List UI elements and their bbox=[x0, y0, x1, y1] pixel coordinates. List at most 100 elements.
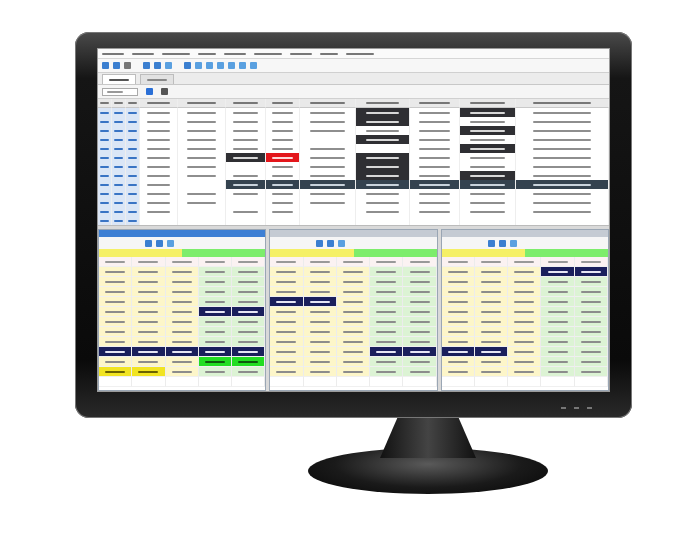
panel-cell[interactable] bbox=[99, 377, 132, 387]
table-cell[interactable] bbox=[460, 162, 516, 171]
panel-cell[interactable] bbox=[508, 337, 541, 347]
panel-cell[interactable] bbox=[99, 317, 132, 327]
table-cell[interactable] bbox=[178, 180, 226, 189]
menu-item[interactable] bbox=[132, 53, 154, 55]
column-header[interactable] bbox=[370, 257, 403, 267]
table-cell[interactable] bbox=[410, 162, 460, 171]
panel-cell[interactable] bbox=[575, 297, 608, 307]
panel-cell[interactable] bbox=[304, 297, 337, 307]
panel-cell[interactable] bbox=[199, 277, 232, 287]
panel-title-bar[interactable] bbox=[442, 230, 608, 237]
panel-cell[interactable] bbox=[337, 317, 370, 327]
table-cell[interactable] bbox=[266, 135, 300, 144]
table-cell[interactable] bbox=[140, 198, 178, 207]
panel-cell[interactable] bbox=[370, 377, 403, 387]
table-cell[interactable] bbox=[140, 216, 178, 225]
column-header[interactable] bbox=[226, 99, 266, 108]
column-header[interactable] bbox=[126, 99, 140, 108]
panel-cell[interactable] bbox=[270, 357, 303, 367]
panel-cell[interactable] bbox=[304, 327, 337, 337]
table-cell[interactable] bbox=[460, 153, 516, 162]
tool-icon[interactable] bbox=[113, 62, 120, 69]
table-cell[interactable] bbox=[98, 153, 112, 162]
panel-cell[interactable] bbox=[166, 277, 199, 287]
panel-cell[interactable] bbox=[541, 317, 574, 327]
panel-cell[interactable] bbox=[337, 367, 370, 377]
table-cell[interactable] bbox=[516, 162, 609, 171]
table-cell[interactable] bbox=[300, 207, 356, 216]
panel-cell[interactable] bbox=[270, 337, 303, 347]
menu-item[interactable] bbox=[346, 53, 374, 55]
panel-cell[interactable] bbox=[199, 337, 232, 347]
table-cell[interactable] bbox=[460, 126, 516, 135]
table-cell[interactable] bbox=[112, 117, 126, 126]
panel-cell[interactable] bbox=[508, 367, 541, 377]
panel-cell[interactable] bbox=[232, 347, 265, 357]
panel-cell[interactable] bbox=[403, 317, 436, 327]
panel-cell[interactable] bbox=[166, 287, 199, 297]
panel-cell[interactable] bbox=[575, 267, 608, 277]
column-header[interactable] bbox=[575, 257, 608, 267]
column-header[interactable] bbox=[112, 99, 126, 108]
panel-cell[interactable] bbox=[475, 357, 508, 367]
panel-cell[interactable] bbox=[166, 357, 199, 367]
panel-cell[interactable] bbox=[442, 277, 475, 287]
panel-cell[interactable] bbox=[166, 347, 199, 357]
filter-icon[interactable] bbox=[161, 88, 168, 95]
panel-cell[interactable] bbox=[132, 327, 165, 337]
panel-cell[interactable] bbox=[403, 377, 436, 387]
table-cell[interactable] bbox=[98, 189, 112, 198]
panel-cell[interactable] bbox=[442, 337, 475, 347]
table-cell[interactable] bbox=[516, 117, 609, 126]
table-cell[interactable] bbox=[300, 117, 356, 126]
panel-cell[interactable] bbox=[199, 267, 232, 277]
panel-cell[interactable] bbox=[270, 307, 303, 317]
panel-cell[interactable] bbox=[541, 377, 574, 387]
table-cell[interactable] bbox=[226, 180, 266, 189]
panel-cell[interactable] bbox=[166, 297, 199, 307]
panel-cell[interactable] bbox=[370, 267, 403, 277]
button-icon[interactable] bbox=[587, 407, 592, 409]
panel-cell[interactable] bbox=[166, 317, 199, 327]
panel-cell[interactable] bbox=[132, 287, 165, 297]
tool-icon[interactable] bbox=[145, 240, 152, 247]
table-cell[interactable] bbox=[300, 162, 356, 171]
panel-cell[interactable] bbox=[575, 307, 608, 317]
table-cell[interactable] bbox=[266, 216, 300, 225]
table-cell[interactable] bbox=[140, 171, 178, 180]
filter-icon[interactable] bbox=[146, 88, 153, 95]
table-cell[interactable] bbox=[140, 180, 178, 189]
table-cell[interactable] bbox=[300, 144, 356, 153]
table-cell[interactable] bbox=[356, 207, 410, 216]
table-cell[interactable] bbox=[126, 180, 140, 189]
column-header[interactable] bbox=[541, 257, 574, 267]
table-cell[interactable] bbox=[516, 216, 609, 225]
panel-cell[interactable] bbox=[232, 277, 265, 287]
table-cell[interactable] bbox=[126, 216, 140, 225]
table-cell[interactable] bbox=[226, 126, 266, 135]
panel-cell[interactable] bbox=[370, 347, 403, 357]
table-cell[interactable] bbox=[266, 144, 300, 153]
panel-cell[interactable] bbox=[337, 337, 370, 347]
panel-cell[interactable] bbox=[403, 327, 436, 337]
panel-cell[interactable] bbox=[403, 297, 436, 307]
panel-cell[interactable] bbox=[270, 317, 303, 327]
table-cell[interactable] bbox=[410, 117, 460, 126]
column-header[interactable] bbox=[300, 99, 356, 108]
table-cell[interactable] bbox=[140, 162, 178, 171]
table-cell[interactable] bbox=[516, 153, 609, 162]
table-cell[interactable] bbox=[516, 189, 609, 198]
panel-cell[interactable] bbox=[132, 307, 165, 317]
panel-cell[interactable] bbox=[541, 347, 574, 357]
panel-cell[interactable] bbox=[370, 367, 403, 377]
table-cell[interactable] bbox=[126, 135, 140, 144]
menu-item[interactable] bbox=[162, 53, 190, 55]
panel-cell[interactable] bbox=[304, 277, 337, 287]
table-cell[interactable] bbox=[266, 198, 300, 207]
panel-cell[interactable] bbox=[132, 277, 165, 287]
table-cell[interactable] bbox=[410, 144, 460, 153]
panel-cell[interactable] bbox=[232, 317, 265, 327]
column-header[interactable] bbox=[508, 257, 541, 267]
panel-cell[interactable] bbox=[132, 337, 165, 347]
menu-item[interactable] bbox=[290, 53, 312, 55]
